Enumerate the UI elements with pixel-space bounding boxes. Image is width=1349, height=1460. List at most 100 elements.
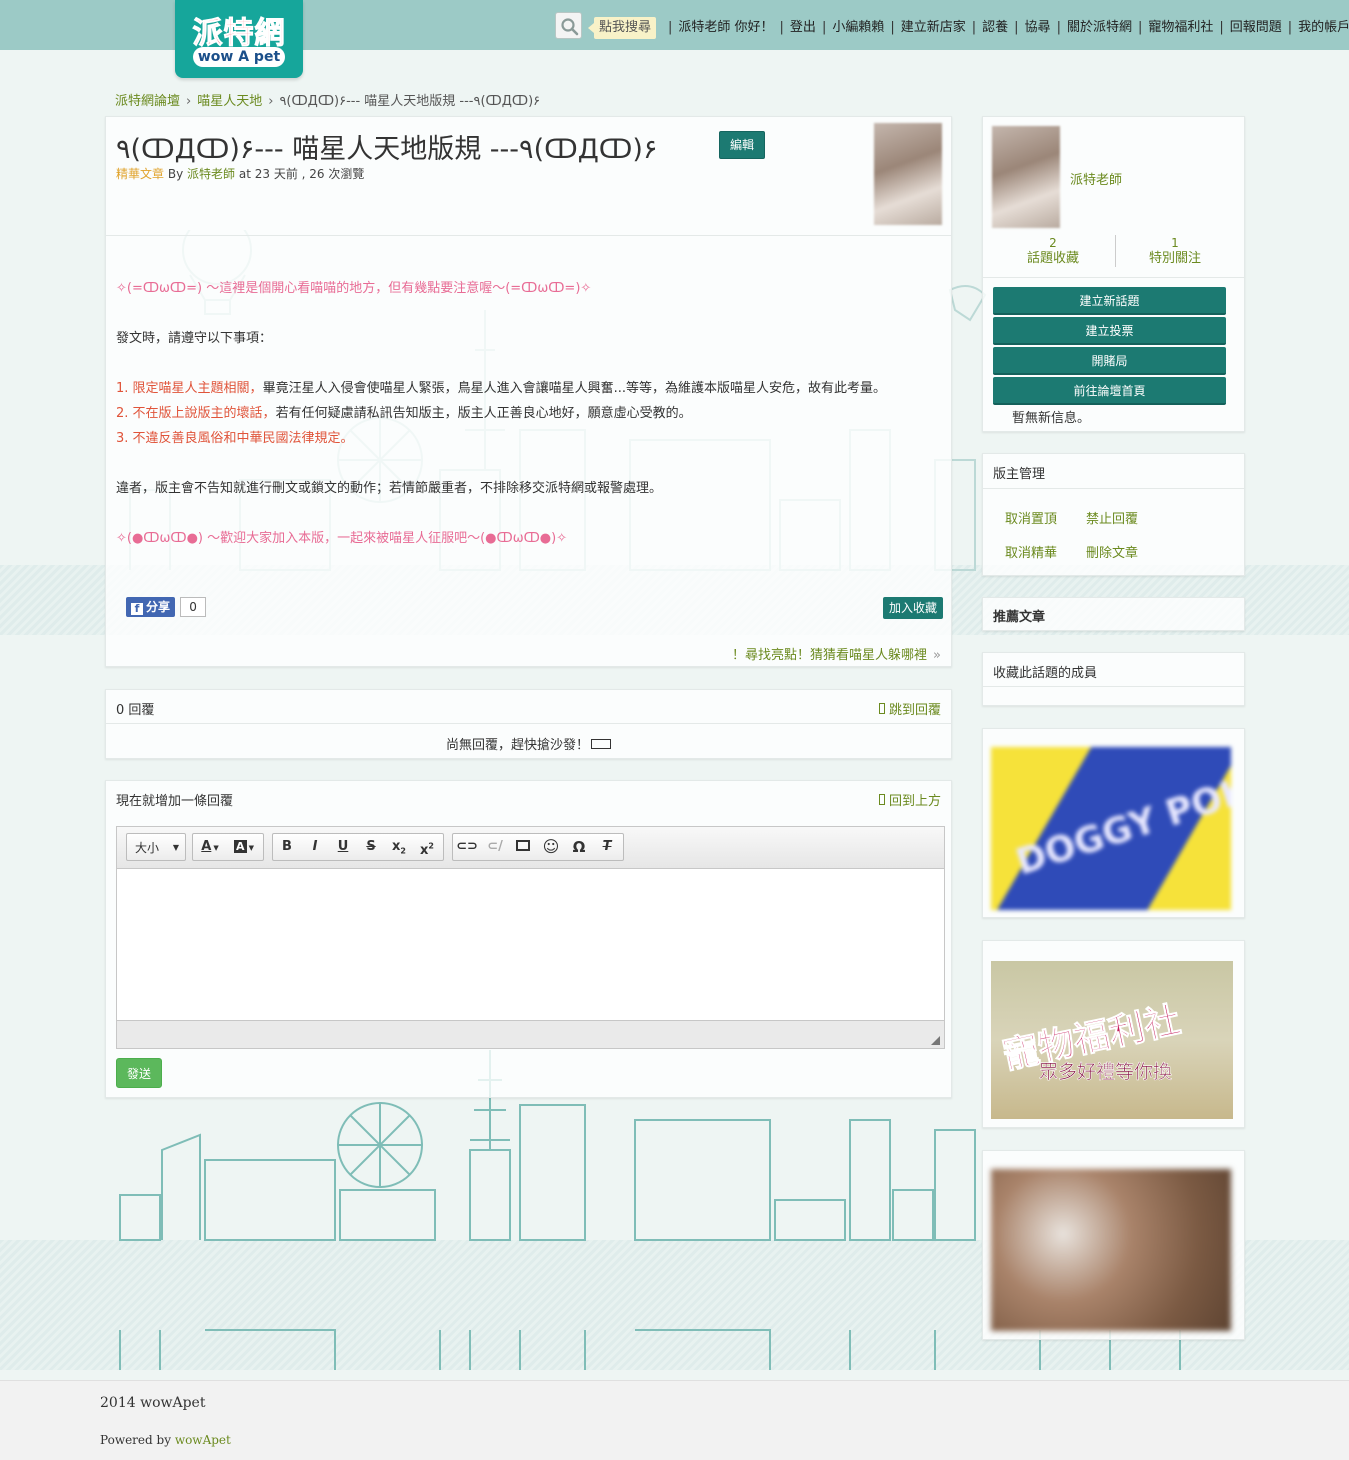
link-icon: ⊂⊃	[456, 839, 478, 854]
nav-editor-chat[interactable]: 小編賴賴	[832, 19, 884, 37]
unfeature-link[interactable]: 取消精華	[1005, 542, 1057, 561]
doggy-poky-ad[interactable]: DOGGY POKY	[991, 747, 1231, 910]
omega-icon: Ω	[572, 838, 586, 856]
bold-button[interactable]: B	[273, 834, 301, 860]
unlink-button[interactable]: ⊂/	[481, 834, 509, 860]
jump-to-reply-link[interactable]: 跳到回覆	[878, 699, 941, 718]
open-bet-button[interactable]: 開賭局	[993, 347, 1226, 375]
rule-number: 3.	[116, 431, 129, 446]
meta-author-link[interactable]: 派特老師	[187, 167, 235, 181]
create-topic-button[interactable]: 建立新話題	[993, 287, 1226, 315]
nav-create-store[interactable]: 建立新店家	[901, 19, 966, 37]
moderator-divider	[983, 488, 1244, 489]
featured-tag[interactable]: 精華文章	[116, 167, 164, 181]
emoji-boxes-icon	[591, 739, 611, 749]
italic-icon: I	[312, 839, 318, 854]
back-to-top-link[interactable]: 回到上方	[878, 790, 941, 809]
nav-report-issue[interactable]: 回報問題	[1230, 19, 1282, 37]
facebook-share-button[interactable]: f 分享	[126, 597, 176, 617]
facebook-share: f 分享 0	[126, 597, 207, 617]
create-poll-button[interactable]: 建立投票	[993, 317, 1226, 345]
nav-separator: |	[1219, 20, 1224, 35]
add-favorite-button[interactable]: 加入收藏	[883, 597, 944, 619]
disable-reply-link[interactable]: 禁止回覆	[1086, 508, 1138, 527]
nav-logout[interactable]: 登出	[790, 19, 816, 37]
powered-prefix: Powered by	[100, 1433, 171, 1447]
powered-link[interactable]: wowApet	[175, 1433, 231, 1447]
pet-shop-ad[interactable]: 寵物福利社 眾多好禮等你換	[991, 961, 1233, 1119]
rule-text: 畢竟汪星人入侵會使喵星人緊張，鳥星人進入會讓喵星人興奮...等等，為維護本版喵星…	[262, 381, 886, 396]
back-to-top-label: 回到上方	[888, 794, 941, 809]
link-button[interactable]: ⊂⊃	[453, 834, 481, 860]
no-messages-text: 暫無新信息。	[1012, 411, 1091, 426]
rule-item: 2. 不在版上說版主的壞話，若有任何疑慮請私訊告知版主，版主人正善良心地好，願意…	[116, 402, 692, 421]
ad-panel: DOGGY POKY	[982, 728, 1245, 918]
font-size-label: 大小	[135, 840, 160, 855]
nav-separator: |	[1014, 20, 1019, 35]
strikethrough-button[interactable]: S	[357, 834, 385, 860]
underline-button[interactable]: U	[329, 834, 357, 860]
rule-text: 若有任何疑慮請私訊告知版主，版主人正善良心地好，願意虛心受教的。	[275, 406, 692, 421]
site-logo[interactable]: 派特網 wow A pet	[175, 0, 303, 78]
nav-my-account[interactable]: 我的帳戶	[1298, 19, 1349, 37]
no-replies-text: 尚無回覆，趕快搶沙發！	[106, 734, 951, 753]
up-icon	[878, 794, 885, 805]
format-group: B I U S x2 x2	[272, 833, 444, 861]
rule-item: 1. 限定喵星人主題相關，畢竟汪星人入侵會使喵星人緊張，鳥星人進入會讓喵星人興奮…	[116, 377, 886, 396]
favorited-members-title: 收藏此話題的成員	[993, 666, 1098, 681]
user-name[interactable]: 派特老師	[1070, 169, 1122, 188]
forum-home-button[interactable]: 前往論壇首頁	[993, 377, 1226, 405]
share-count: 0	[180, 597, 207, 617]
reply-count: 0 回覆	[116, 703, 155, 718]
breadcrumb-cat-board[interactable]: 喵星人天地	[197, 94, 262, 109]
send-button[interactable]: 發送	[116, 1058, 162, 1088]
author-avatar[interactable]	[874, 123, 942, 225]
nav-separator: |	[821, 20, 827, 35]
special-char-button[interactable]: Ω	[565, 834, 593, 860]
nav-pet-shop[interactable]: 寵物福利社	[1148, 19, 1213, 37]
delete-post-link[interactable]: 刪除文章	[1086, 542, 1138, 561]
nav-separator: |	[890, 20, 895, 35]
post-title: ٩(ↀДↀ)۶--- 喵星人天地版規 ---٩(ↀДↀ)۶	[116, 134, 658, 165]
bg-color-icon: A	[234, 840, 247, 853]
color-group: A ▼ A ▼	[192, 833, 264, 861]
stat-following[interactable]: 1 特別關注	[1115, 235, 1235, 267]
user-avatar[interactable]	[992, 126, 1060, 228]
stat-favorites[interactable]: 2 話題收藏	[993, 235, 1113, 267]
bg-color-button[interactable]: A ▼	[227, 834, 261, 860]
text-color-icon: A	[201, 839, 212, 854]
clear-format-icon: T	[602, 839, 612, 854]
unpin-link[interactable]: 取消置頂	[1005, 508, 1057, 527]
stat-favorites-value: 2	[1049, 236, 1057, 250]
font-size-select[interactable]: 大小 ▼	[126, 833, 186, 861]
nav-about[interactable]: 關於派特網	[1067, 19, 1132, 37]
stat-following-value: 1	[1171, 236, 1179, 250]
logo-english-text: wow A pet	[193, 47, 285, 67]
emoji-button[interactable]: ☺	[537, 834, 565, 860]
remove-format-button[interactable]: T	[593, 834, 621, 860]
italic-button[interactable]: I	[301, 834, 329, 860]
search-button[interactable]	[555, 12, 582, 39]
top-nav-links: | 派特老師 你好！ | 登出 | 小編賴賴 | 建立新店家 | 認養 | 協尋…	[662, 19, 1349, 37]
image-button[interactable]	[509, 834, 537, 860]
next-topic-link[interactable]: ！尋找亮點！猜猜看喵星人躲哪裡 »	[732, 644, 941, 663]
meta-time-views: at 23 天前 , 26 次瀏覽	[238, 167, 365, 181]
breadcrumb-separator: ›	[186, 94, 192, 109]
text-color-button[interactable]: A ▼	[193, 834, 227, 860]
no-replies-label: 尚無回覆，趕快搶沙發！	[445, 738, 589, 753]
breadcrumb-forum-home[interactable]: 派特網論壇	[115, 94, 180, 109]
editor-text-area[interactable]	[117, 869, 944, 1019]
recommended-title: 推薦文章	[993, 610, 1046, 625]
superscript-icon: x2	[420, 842, 434, 859]
nav-adoption[interactable]: 認養	[982, 19, 1008, 37]
hand-photo-ad[interactable]	[991, 1169, 1231, 1331]
nav-lost-pets[interactable]: 協尋	[1025, 19, 1051, 37]
resize-handle-icon[interactable]	[931, 1036, 940, 1045]
breadcrumb-separator: ›	[268, 94, 274, 109]
footer-powered: Powered by wowApet	[100, 1433, 231, 1447]
edit-button[interactable]: 編輯	[719, 131, 765, 159]
subscript-button[interactable]: x2	[385, 834, 413, 860]
jump-icon	[878, 703, 885, 714]
ad-panel	[982, 1150, 1245, 1340]
superscript-button[interactable]: x2	[413, 834, 441, 860]
